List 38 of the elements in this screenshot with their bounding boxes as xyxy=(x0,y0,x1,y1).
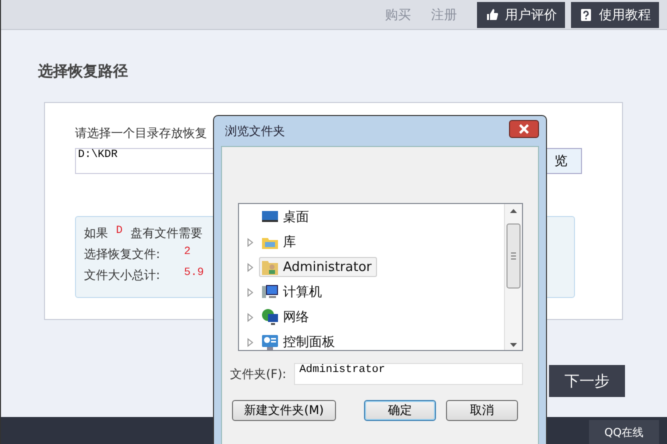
tree-item[interactable]: 网络 xyxy=(259,307,314,327)
folder-label: 文件夹(F): xyxy=(230,366,286,382)
tree-item[interactable]: 库 xyxy=(259,232,301,252)
dialog-button[interactable]: 取消 xyxy=(446,400,518,421)
scrollbar[interactable] xyxy=(504,204,522,350)
nav-button[interactable]: 使用教程 xyxy=(571,2,659,28)
info-text: 盘有文件需要 xyxy=(130,225,203,242)
close-button[interactable] xyxy=(509,120,539,138)
drive-letter: D xyxy=(116,225,123,239)
dialog-button[interactable]: 新建文件夹(M) xyxy=(232,400,336,421)
help-icon xyxy=(579,8,593,22)
prompt-text: 请选择一个目录存放恢复 xyxy=(75,125,207,142)
expand-arrow-icon[interactable] xyxy=(247,262,254,272)
thumbs-up-icon xyxy=(485,8,499,22)
info-label: 选择恢复文件: xyxy=(84,246,162,263)
info-label: 文件大小总计: xyxy=(84,267,162,284)
info-value: 5.9 xyxy=(184,267,204,281)
tree-item[interactable]: 计算机 xyxy=(259,282,327,302)
network-icon xyxy=(261,308,279,326)
computer-icon xyxy=(261,283,279,301)
nav-button[interactable]: 用户评价 xyxy=(477,2,565,28)
close-icon xyxy=(518,124,530,134)
tree-item[interactable]: 桌面 xyxy=(259,207,314,227)
dialog-button[interactable]: 确定 xyxy=(364,400,436,421)
expand-arrow-icon[interactable] xyxy=(247,338,254,346)
next-button[interactable]: 下一步 xyxy=(549,365,625,397)
tree-item[interactable]: Administrator xyxy=(259,257,377,277)
expand-arrow-icon[interactable] xyxy=(247,312,254,322)
user-folder-icon xyxy=(261,258,279,276)
folder-field[interactable]: Administrator xyxy=(294,363,523,385)
qq-online-button[interactable]: QQ在线 xyxy=(589,420,659,444)
section-title: 选择恢复路径 xyxy=(38,62,129,82)
info-value: 2 xyxy=(184,246,191,260)
expand-arrow-icon[interactable] xyxy=(247,288,254,296)
dialog-title: 浏览文件夹 xyxy=(224,122,285,140)
info-text: 如果 xyxy=(84,225,108,242)
expand-arrow-icon[interactable] xyxy=(247,238,254,246)
tree-item[interactable]: 控制面板 xyxy=(259,332,340,350)
